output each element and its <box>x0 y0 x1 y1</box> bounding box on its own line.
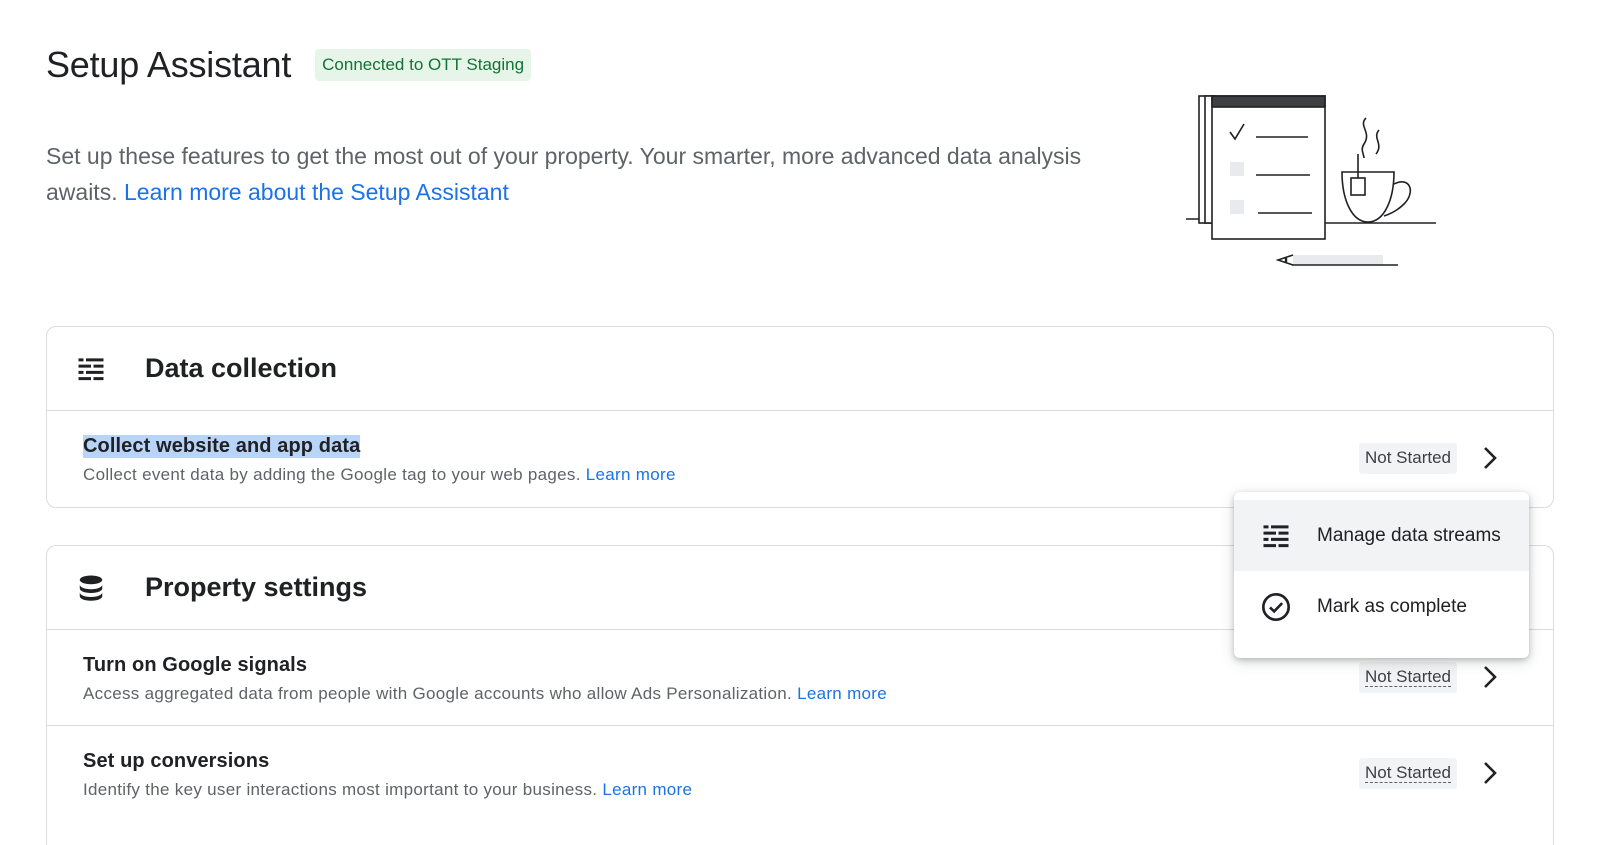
check-circle-icon <box>1260 591 1292 623</box>
row-actions-menu: Manage data streams Mark as complete <box>1234 492 1529 658</box>
data-collection-header: Data collection <box>47 327 1553 411</box>
database-icon <box>75 572 107 604</box>
page-title: Setup Assistant <box>46 44 292 85</box>
row-title: Set up conversions <box>83 750 270 772</box>
menu-item-label: Mark as complete <box>1317 595 1467 617</box>
checklist-coffee-illustration <box>1186 92 1436 272</box>
page-header: Setup Assistant Connected to OTT Staging <box>46 44 532 86</box>
chevron-right-icon[interactable] <box>1475 443 1505 473</box>
data-collection-title: Data collection <box>145 353 338 383</box>
mark-as-complete-menu-item[interactable]: Mark as complete <box>1234 571 1529 642</box>
status-badge: Not Started <box>1359 443 1457 474</box>
row-title: Collect website and app data <box>83 435 361 458</box>
row-description-text: Access aggregated data from people with … <box>83 684 793 703</box>
status-label: Not Started <box>1365 667 1451 687</box>
row-description: Collect event data by adding the Google … <box>83 465 676 485</box>
chevron-right-icon[interactable] <box>1475 758 1505 788</box>
manage-data-streams-menu-item[interactable]: Manage data streams <box>1234 500 1529 571</box>
status-badge: Not Started <box>1359 758 1457 789</box>
intro-text: Set up these features to get the most ou… <box>46 138 1106 210</box>
data-streams-icon <box>75 353 107 385</box>
status-badge: Not Started <box>1359 662 1457 693</box>
connection-badge: Connected to OTT Staging <box>315 49 532 81</box>
row-description: Identify the key user interactions most … <box>83 780 692 800</box>
chevron-right-icon[interactable] <box>1475 662 1505 692</box>
menu-item-label: Manage data streams <box>1317 524 1501 546</box>
learn-more-link[interactable]: Learn more <box>586 465 676 484</box>
learn-more-link[interactable]: Learn more <box>602 780 692 799</box>
data-collection-card: Data collection Collect website and app … <box>46 326 1554 508</box>
setup-assistant-learn-more-link[interactable]: Learn more about the Setup Assistant <box>124 179 509 205</box>
row-title: Turn on Google signals <box>83 654 308 676</box>
learn-more-link[interactable]: Learn more <box>797 684 887 703</box>
property-settings-title: Property settings <box>145 572 368 602</box>
status-label: Not Started <box>1365 763 1451 783</box>
row-description-text: Collect event data by adding the Google … <box>83 465 581 484</box>
data-streams-icon <box>1260 520 1292 552</box>
row-description: Access aggregated data from people with … <box>83 684 887 704</box>
status-label: Not Started <box>1365 448 1451 467</box>
row-description-text: Identify the key user interactions most … <box>83 780 598 799</box>
conversions-row[interactable]: Set up conversions Identify the key user… <box>47 726 1553 822</box>
